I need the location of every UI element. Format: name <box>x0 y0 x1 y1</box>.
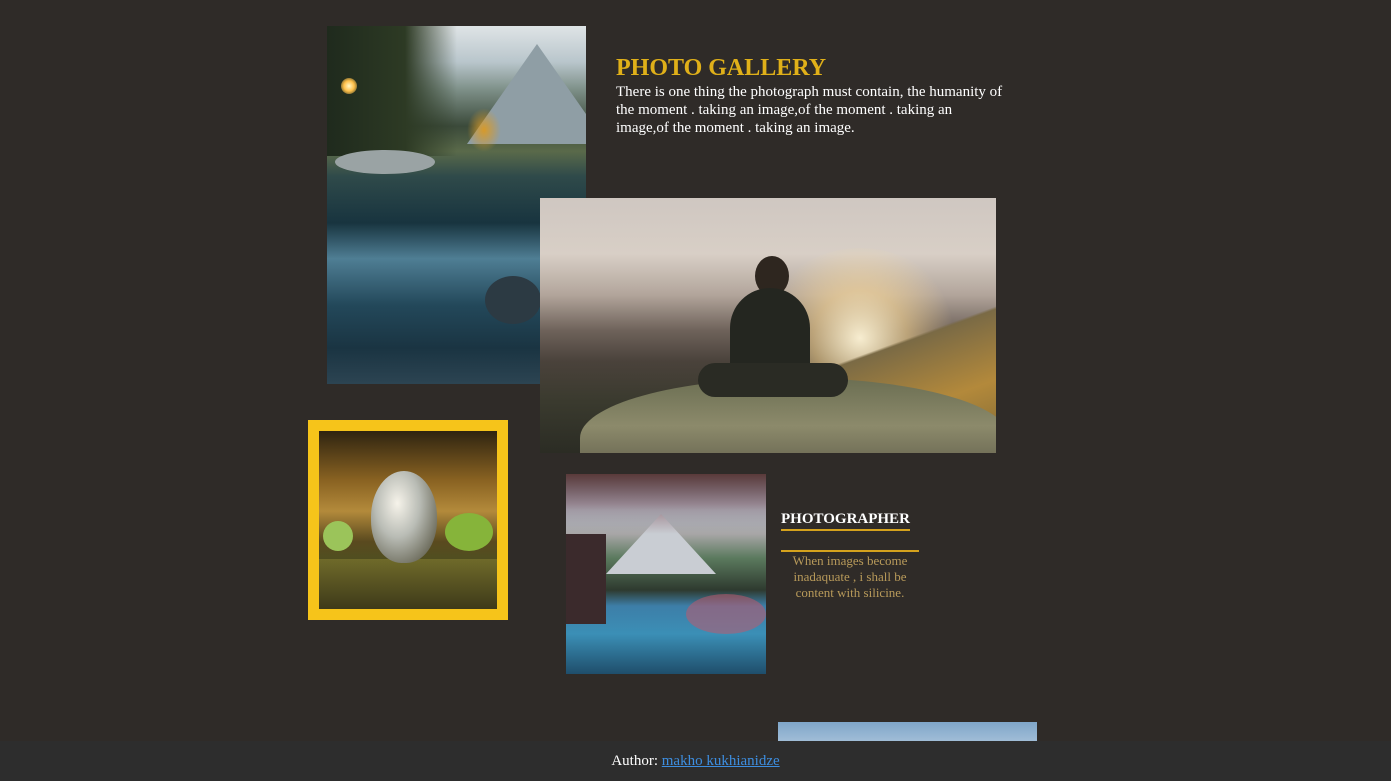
moss-ground <box>319 559 497 609</box>
clover-leaves <box>445 513 493 551</box>
footer-author-label: Author: <box>611 753 662 769</box>
footer: Author: makho kukhianidze <box>0 741 1391 781</box>
glass-globe-photo <box>308 420 508 620</box>
water-rock <box>485 276 541 324</box>
photographer-divider <box>781 550 919 552</box>
meditation-photo <box>540 198 996 453</box>
shore-rock <box>335 150 435 174</box>
person-legs <box>698 363 848 397</box>
forest-slope <box>566 534 606 624</box>
gallery-intro-text: There is one thing the photograph must c… <box>616 84 1003 136</box>
alpine-lake-photo <box>566 474 766 674</box>
photographer-quote: When images become inadaquate , i shall … <box>792 553 908 600</box>
author-link[interactable]: makho kukhianidze <box>662 753 780 769</box>
blossom-reflection <box>686 594 766 634</box>
golden-tree <box>467 108 501 152</box>
page-title: PHOTO GALLERY <box>616 55 827 81</box>
sun-flare <box>341 78 357 94</box>
flower-leaves <box>323 521 353 551</box>
blossom-branches <box>566 474 766 534</box>
photographer-heading: PHOTOGRAPHER <box>781 511 910 531</box>
glass-globe <box>371 471 437 563</box>
